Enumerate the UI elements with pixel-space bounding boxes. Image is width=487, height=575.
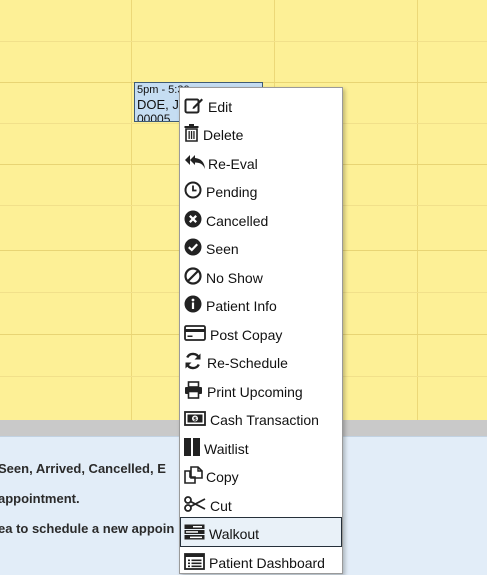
menu-item-label: Delete [203, 126, 244, 143]
list-alt-icon [184, 551, 207, 571]
menu-item-label: Patient Dashboard [209, 554, 325, 571]
refresh-icon [184, 351, 205, 371]
menu-item-cut[interactable]: Cut [181, 490, 341, 518]
menu-item-label: Post Copay [210, 326, 283, 343]
menu-item-cancelled[interactable]: Cancelled [181, 205, 341, 233]
menu-item-patient-dashboard[interactable]: Patient Dashboard [181, 547, 341, 575]
menu-item-delete[interactable]: Delete [181, 119, 341, 147]
appointment-context-menu: Edit Delete Re-Eval Pending Cancelled Se… [179, 87, 343, 574]
menu-item-post-copay[interactable]: Post Copay [181, 319, 341, 347]
menu-item-label: No Show [206, 269, 263, 286]
menu-item-label: Re-Schedule [207, 354, 288, 371]
menu-item-pending[interactable]: Pending [181, 176, 341, 204]
menu-item-label: Copy [206, 468, 239, 485]
menu-item-label: Pending [206, 183, 258, 200]
svg-text:$: $ [193, 416, 197, 422]
menu-item-edit[interactable]: Edit [181, 91, 341, 119]
menu-item-waitlist[interactable]: Waitlist [181, 433, 341, 461]
menu-item-label: Edit [208, 98, 233, 115]
help-text-line-3: ea to schedule a new appoin [0, 521, 175, 536]
edit-icon [184, 95, 206, 115]
x-circle-icon [184, 209, 204, 229]
credit-card-icon [184, 323, 208, 343]
ban-icon [184, 266, 204, 286]
menu-item-label: Cancelled [206, 212, 269, 229]
scissors-icon [184, 494, 208, 514]
menu-item-label: Re-Eval [208, 155, 258, 172]
columns-icon [184, 437, 202, 457]
check-circle-icon [184, 237, 204, 257]
menu-item-walkout[interactable]: Walkout [180, 517, 342, 547]
menu-item-print-upcoming[interactable]: Print Upcoming [181, 376, 341, 404]
help-text-line-1: Seen, Arrived, Cancelled, E [0, 461, 166, 476]
info-circle-icon [184, 294, 204, 314]
menu-item-seen[interactable]: Seen [181, 233, 341, 261]
menu-item-re-schedule[interactable]: Re-Schedule [181, 347, 341, 375]
reply-all-icon [184, 152, 206, 172]
menu-item-no-show[interactable]: No Show [181, 262, 341, 290]
menu-item-copy[interactable]: Copy [181, 461, 341, 489]
menu-item-label: Print Upcoming [207, 383, 303, 400]
menu-item-re-eval[interactable]: Re-Eval [181, 148, 341, 176]
tasks-icon [184, 522, 207, 542]
help-text-line-2: appointment. [0, 491, 80, 506]
trash-icon [184, 123, 201, 143]
menu-item-cash-transaction[interactable]: $ Cash Transaction [181, 404, 341, 432]
menu-item-label: Seen [206, 240, 239, 257]
money-icon: $ [184, 408, 208, 428]
menu-item-label: Cash Transaction [210, 411, 319, 428]
menu-item-label: Patient Info [206, 297, 277, 314]
menu-item-label: Waitlist [204, 440, 249, 457]
clock-icon [184, 180, 204, 200]
menu-item-patient-info[interactable]: Patient Info [181, 290, 341, 318]
grid-column-line [417, 0, 418, 420]
printer-icon [184, 380, 205, 400]
grid-row-line [0, 41, 487, 42]
grid-column-line [131, 0, 132, 420]
copy-icon [184, 465, 204, 485]
menu-item-label: Cut [210, 497, 232, 514]
menu-item-label: Walkout [209, 525, 260, 542]
